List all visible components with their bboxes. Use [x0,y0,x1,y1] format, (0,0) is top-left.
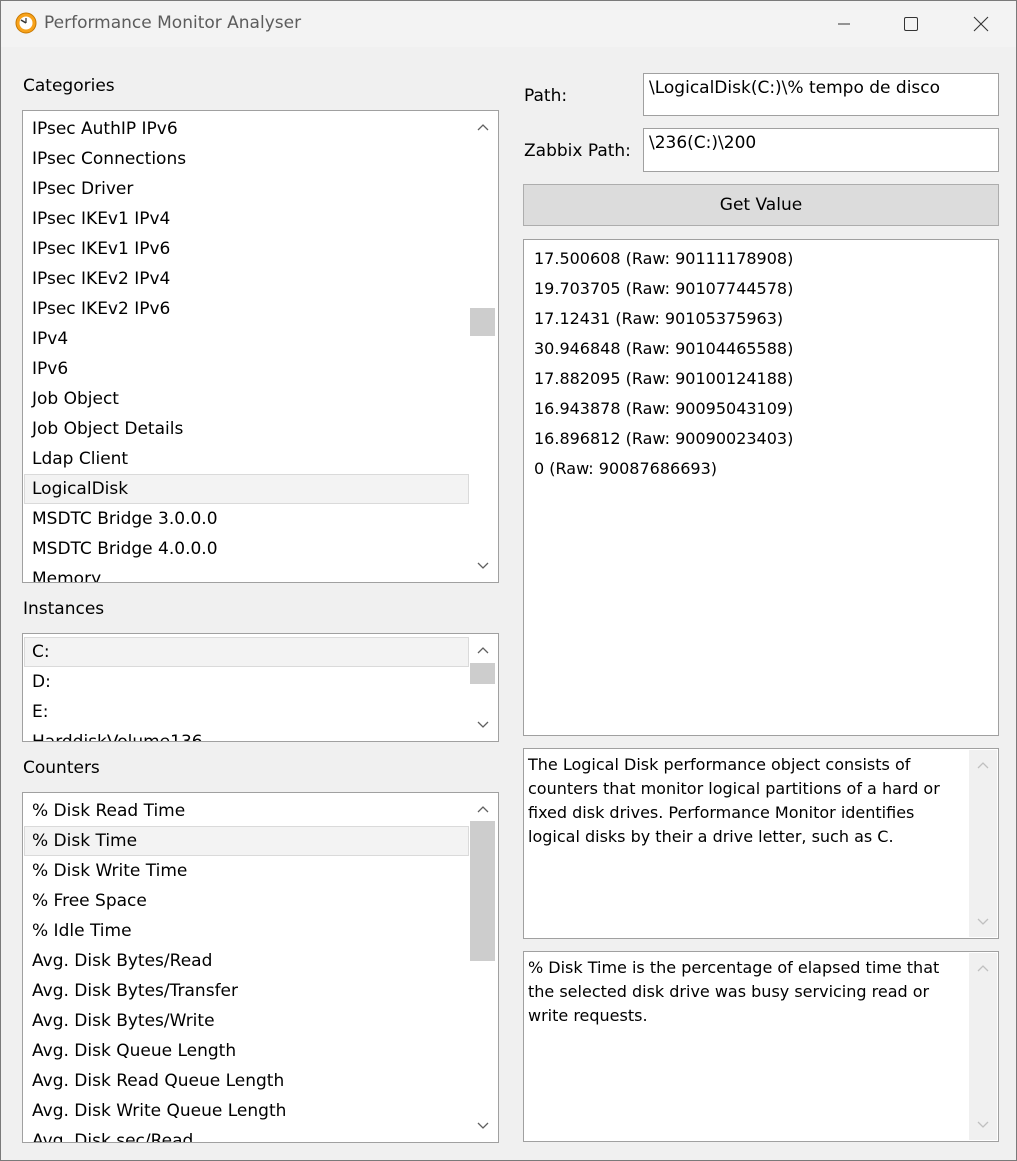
list-item[interactable]: MSDTC Bridge 4.0.0.0 [24,534,469,564]
scroll-down-arrow-icon[interactable] [969,1112,997,1138]
list-item-selected[interactable]: LogicalDisk [24,474,469,504]
list-item[interactable]: % Idle Time [24,916,469,946]
categories-items: IPsec AuthIP IPv6 IPsec Connections IPse… [24,114,469,582]
counter-description-text: % Disk Time is the percentage of elapsed… [528,958,940,1025]
list-item[interactable]: 0 (Raw: 90087686693) [525,454,996,484]
scroll-thumb[interactable] [470,821,495,961]
list-item[interactable]: IPsec IKEv2 IPv4 [24,264,469,294]
list-item[interactable]: D: [24,667,469,697]
list-item[interactable]: IPsec IKEv1 IPv6 [24,234,469,264]
list-item[interactable]: Job Object [24,384,469,414]
list-item[interactable]: 16.896812 (Raw: 90090023403) [525,424,996,454]
categories-scrollbar[interactable] [469,112,497,581]
list-item[interactable]: Avg. Disk Queue Length [24,1036,469,1066]
path-label: Path: [524,86,568,106]
scroll-up-arrow-icon[interactable] [969,955,997,981]
list-item[interactable]: Avg. Disk Bytes/Transfer [24,976,469,1006]
list-item[interactable]: IPsec Driver [24,174,469,204]
zabbix-path-label: Zabbix Path: [524,141,631,161]
title-bar[interactable]: Performance Monitor Analyser [1,1,1016,47]
list-item[interactable]: Avg. Disk Bytes/Read [24,946,469,976]
instances-label: Instances [23,599,105,619]
results-items: 17.500608 (Raw: 90111178908) 19.703705 (… [525,244,996,484]
scroll-up-arrow-icon[interactable] [469,114,497,140]
scroll-thumb[interactable] [470,308,495,336]
scroll-down-arrow-icon[interactable] [469,712,497,738]
list-item[interactable]: E: [24,697,469,727]
counters-label: Counters [23,758,100,778]
list-item[interactable]: IPv6 [24,354,469,384]
list-item-selected[interactable]: % Disk Time [24,826,469,856]
counters-items: % Disk Read Time % Disk Time % Disk Writ… [24,796,469,1142]
category-description-text: The Logical Disk performance object cons… [528,755,940,846]
window-title: Performance Monitor Analyser [44,13,302,33]
list-item[interactable]: Avg. Disk Bytes/Write [24,1006,469,1036]
list-item[interactable]: % Disk Write Time [24,856,469,886]
list-item[interactable]: Ldap Client [24,444,469,474]
list-item[interactable]: Memory [24,564,469,582]
maximize-icon [904,17,918,31]
list-item[interactable]: 17.12431 (Raw: 90105375963) [525,304,996,334]
category-description-scrollbar[interactable] [969,750,997,937]
list-item[interactable]: Avg. Disk Read Queue Length [24,1066,469,1096]
app-icon [15,12,37,34]
counter-description-box[interactable]: % Disk Time is the percentage of elapsed… [523,951,999,1142]
list-item[interactable]: Job Object Details [24,414,469,444]
counter-description-scrollbar[interactable] [969,953,997,1140]
categories-label: Categories [23,76,115,96]
list-item[interactable]: IPsec IKEv2 IPv6 [24,294,469,324]
list-item[interactable]: IPsec IKEv1 IPv4 [24,204,469,234]
path-field[interactable]: \LogicalDisk(C:)\% tempo de disco [643,73,999,116]
counters-scrollbar[interactable] [469,794,497,1141]
zabbix-path-field[interactable]: \236(C:)\200 [643,128,999,172]
list-item[interactable]: IPsec Connections [24,144,469,174]
category-description-box[interactable]: The Logical Disk performance object cons… [523,748,999,939]
close-button[interactable] [946,1,1016,47]
scroll-up-arrow-icon[interactable] [969,752,997,778]
list-item[interactable]: IPsec AuthIP IPv6 [24,114,469,144]
get-value-button[interactable]: Get Value [523,184,999,226]
scroll-down-arrow-icon[interactable] [969,909,997,935]
categories-listbox[interactable]: IPsec AuthIP IPv6 IPsec Connections IPse… [22,110,499,583]
list-item[interactable]: IPv4 [24,324,469,354]
list-item[interactable]: 17.882095 (Raw: 90100124188) [525,364,996,394]
scroll-down-arrow-icon[interactable] [469,553,497,579]
list-item[interactable]: 16.943878 (Raw: 90095043109) [525,394,996,424]
list-item-selected[interactable]: C: [24,637,469,667]
scroll-up-arrow-icon[interactable] [469,796,497,822]
instances-listbox[interactable]: C: D: E: HarddiskVolume136 [22,633,499,742]
scroll-thumb[interactable] [470,663,495,684]
list-item[interactable]: 17.500608 (Raw: 90111178908) [525,244,996,274]
app-window: Performance Monitor Analyser Categories … [0,0,1017,1161]
minimize-icon [838,23,850,25]
list-item[interactable]: MSDTC Bridge 3.0.0.0 [24,504,469,534]
results-listbox[interactable]: 17.500608 (Raw: 90111178908) 19.703705 (… [523,239,999,736]
counters-listbox[interactable]: % Disk Read Time % Disk Time % Disk Writ… [22,792,499,1143]
list-item[interactable]: 30.946848 (Raw: 90104465588) [525,334,996,364]
scroll-down-arrow-icon[interactable] [469,1113,497,1139]
minimize-button[interactable] [809,1,879,47]
list-item[interactable]: Avg. Disk Write Queue Length [24,1096,469,1126]
list-item[interactable]: % Disk Read Time [24,796,469,826]
maximize-button[interactable] [876,1,946,47]
list-item[interactable]: HarddiskVolume136 [24,727,469,741]
list-item[interactable]: 19.703705 (Raw: 90107744578) [525,274,996,304]
close-icon [973,16,989,32]
instances-items: C: D: E: HarddiskVolume136 [24,637,469,741]
list-item[interactable]: % Free Space [24,886,469,916]
instances-scrollbar[interactable] [469,635,497,740]
scroll-up-arrow-icon[interactable] [469,637,497,663]
list-item[interactable]: Avg. Disk sec/Read [24,1126,469,1142]
